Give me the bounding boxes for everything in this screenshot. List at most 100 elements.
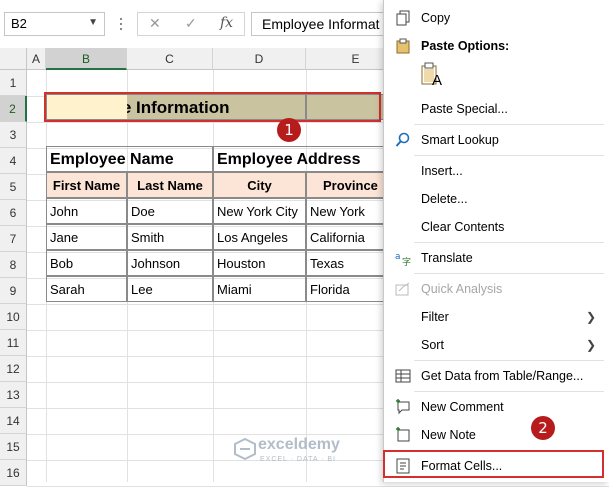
menu-label-delete: Delete... [421,192,468,206]
clipboard-icon [396,38,410,54]
new-note-icon [396,427,410,442]
data-cell[interactable]: Texas [306,250,386,276]
data-cell[interactable]: California [306,224,386,250]
menu-item-insert[interactable]: Insert... [384,158,609,184]
cancel-icon[interactable]: ✕ [149,15,161,32]
row-header-15[interactable]: 15 [0,434,27,460]
subheader-first-name[interactable]: First Name [46,172,127,198]
watermark-tagline: EXCEL · DATA · BI [260,456,336,463]
menu-item-smart-lookup[interactable]: Smart Lookup [384,127,609,153]
chevron-right-icon: ❯ [585,338,596,352]
header-employee-address[interactable]: Employee Address [213,146,386,172]
formula-buttons: ✕ ✓ fx [137,12,245,36]
menu-item-delete[interactable]: Delete... [384,186,609,212]
data-cell[interactable]: Sarah [46,276,127,302]
menu-label-new-note: New Note [421,428,476,442]
menu-item-quick-analysis[interactable]: Quick Analysis [384,276,609,302]
menu-label-new-comment: New Comment [421,400,504,414]
menu-item-sort[interactable]: Sort ❯ [384,332,609,358]
data-cell[interactable]: Bob [46,250,127,276]
column-header-a[interactable]: A [27,48,46,70]
name-box-value: B2 [11,16,27,31]
row-header-9[interactable]: 9 [0,278,27,304]
row-header-1[interactable]: 1 [0,70,27,96]
menu-item-new-comment[interactable]: New Comment [384,394,609,420]
menu-label-get-data: Get Data from Table/Range... [421,369,584,383]
menu-item-clear-contents[interactable]: Clear Contents [384,214,609,240]
formula-input[interactable]: Employee Informat [251,12,391,36]
subheader-city[interactable]: City [213,172,306,198]
row-header-13[interactable]: 13 [0,382,27,408]
data-cell[interactable]: New York [306,198,386,224]
name-box[interactable]: B2 ▼ [4,12,105,36]
enter-icon[interactable]: ✓ [185,15,197,32]
menu-label-paste-options: Paste Options: [421,39,510,53]
data-cell[interactable]: Miami [213,276,306,302]
column-header-c[interactable]: C [127,48,213,70]
menu-label-quick-analysis: Quick Analysis [421,282,503,296]
watermark-name: exceldemy [258,436,340,453]
row-header-10[interactable]: 10 [0,304,27,330]
drag-handle-icon[interactable] [118,15,124,33]
row-header-12[interactable]: 12 [0,356,27,382]
row-header-6[interactable]: 6 [0,200,27,226]
data-cell[interactable]: New York City [213,198,306,224]
data-cell[interactable]: Jane [46,224,127,250]
subheader-last-name[interactable]: Last Name [127,172,213,198]
menu-label-copy: Copy [421,11,451,25]
menu-label-clear-contents: Clear Contents [421,220,505,234]
data-cell[interactable]: Doe [127,198,213,224]
row-header-4[interactable]: 4 [0,148,27,174]
logo-icon [234,438,256,460]
menu-item-get-data[interactable]: Get Data from Table/Range... [384,363,609,389]
row-header-14[interactable]: 14 [0,408,27,434]
new-comment-icon [396,399,410,415]
paste-text-only-button[interactable]: A [421,62,443,90]
menu-label-filter: Filter [421,310,449,324]
data-cell[interactable]: Johnson [127,250,213,276]
insert-function-icon[interactable]: fx [220,15,233,31]
search-icon [395,132,410,147]
context-menu: Copy Paste Options: A Paste Special... S… [383,0,609,482]
data-cell[interactable]: Houston [213,250,306,276]
column-header-b[interactable]: B [46,48,127,70]
menu-item-paste-special[interactable]: Paste Special... [384,96,609,122]
data-cell[interactable]: Lee [127,276,213,302]
paste-letter: A [432,72,443,89]
column-header-d[interactable]: D [213,48,306,70]
row-header-3[interactable]: 3 [0,122,27,148]
data-cell[interactable]: Florida [306,276,386,302]
row-header-16[interactable]: 16 [0,460,27,486]
select-all-corner[interactable] [0,48,27,70]
menu-label-paste-special: Paste Special... [421,102,508,116]
header-employee-name[interactable]: Employee Name [46,146,213,172]
step-badge-2: 2 [531,416,555,440]
menu-item-new-note[interactable]: New Note [384,422,609,448]
svg-text:字: 字 [402,256,411,266]
copy-icon [396,10,410,26]
menu-item-filter[interactable]: Filter ❯ [384,304,609,330]
row-header-5[interactable]: 5 [0,174,27,200]
translate-icon: a字 [395,252,411,266]
format-cells-highlight-box [383,450,604,478]
row-header-11[interactable]: 11 [0,330,27,356]
selection-highlight-box [44,92,381,122]
data-cell[interactable]: Smith [127,224,213,250]
row-header-8[interactable]: 8 [0,252,27,278]
menu-label-translate: Translate [421,251,473,265]
watermark: exceldemy EXCEL · DATA · BI [232,434,382,468]
chevron-right-icon: ❯ [585,310,596,324]
menu-item-copy[interactable]: Copy [384,5,609,31]
quick-analysis-icon [395,282,410,296]
subheader-province[interactable]: Province [306,172,386,198]
chevron-down-icon[interactable]: ▼ [88,17,98,28]
data-cell[interactable]: John [46,198,127,224]
svg-text:a: a [395,252,401,262]
menu-item-translate[interactable]: a字 Translate [384,245,609,271]
menu-item-paste-options: Paste Options: [384,33,609,59]
table-icon [395,369,411,383]
row-header-7[interactable]: 7 [0,226,27,252]
row-header-2[interactable]: 2 [0,96,27,122]
menu-label-smart-lookup: Smart Lookup [421,133,499,147]
data-cell[interactable]: Los Angeles [213,224,306,250]
